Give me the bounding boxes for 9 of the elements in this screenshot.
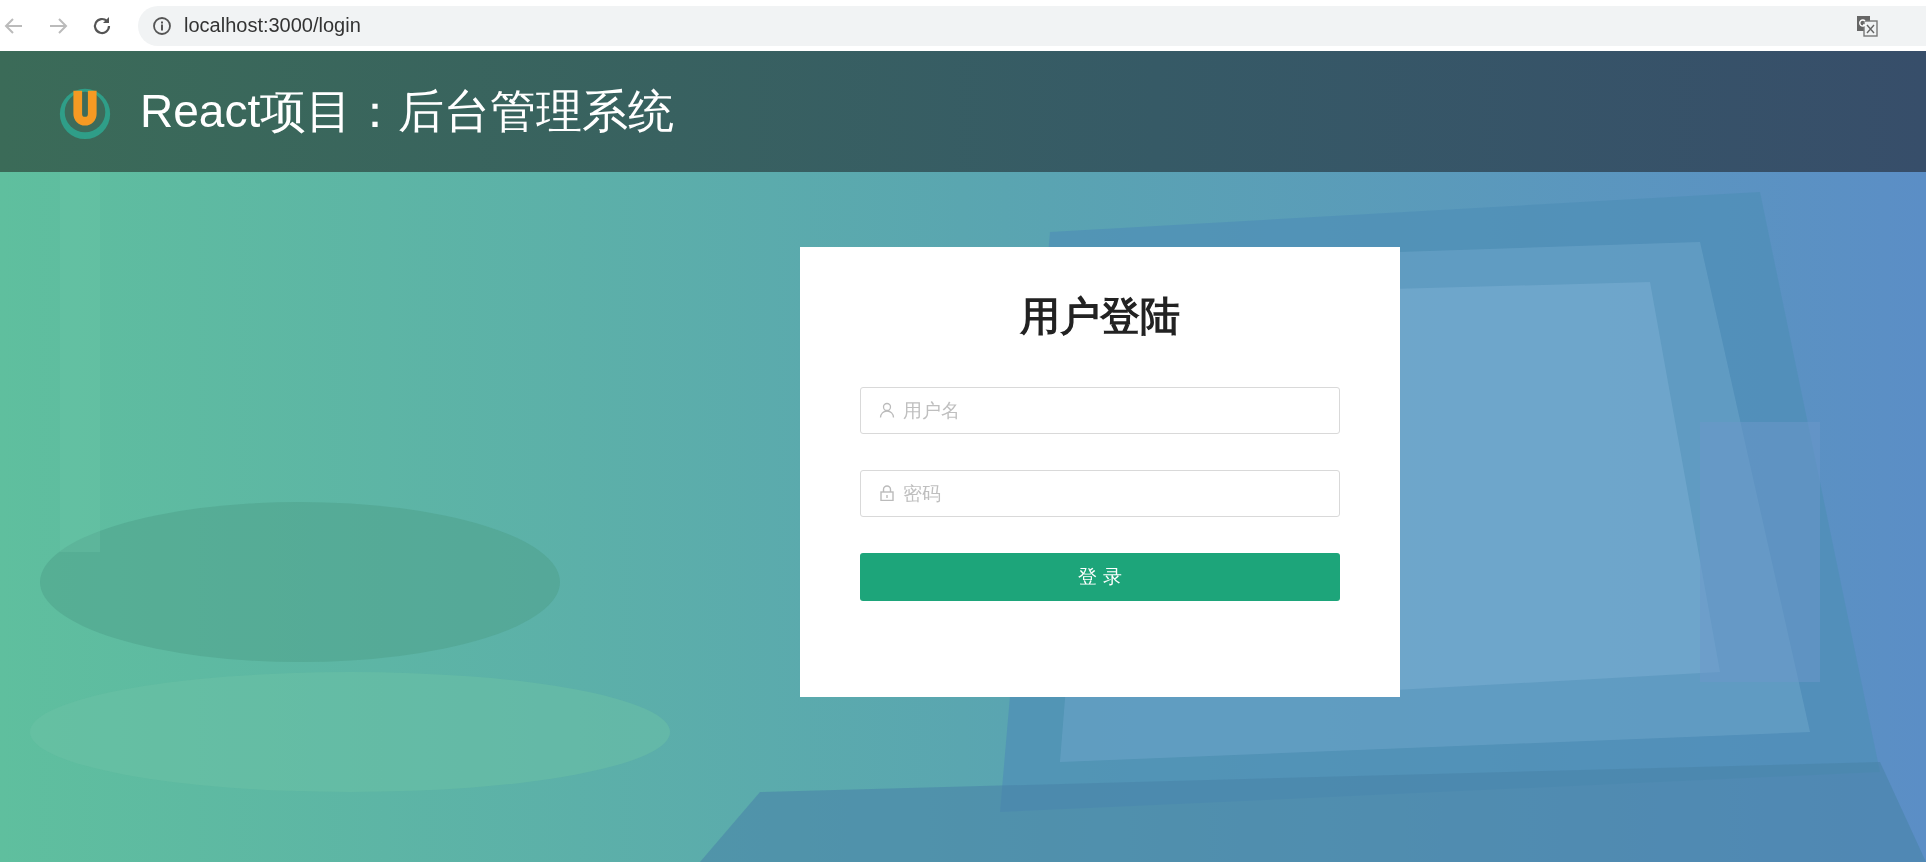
lock-icon	[879, 485, 895, 501]
user-icon	[879, 402, 895, 418]
address-bar[interactable]: localhost:3000/login	[138, 5, 1926, 46]
info-icon[interactable]	[152, 15, 172, 36]
input-field[interactable]: 用户名	[860, 387, 1340, 434]
input-field[interactable]: 密码	[860, 470, 1340, 517]
app-title: React项目：后台管理系统	[140, 83, 675, 139]
translate-icon[interactable]	[1856, 14, 1878, 37]
login-title: 用户登陆	[1019, 293, 1181, 340]
